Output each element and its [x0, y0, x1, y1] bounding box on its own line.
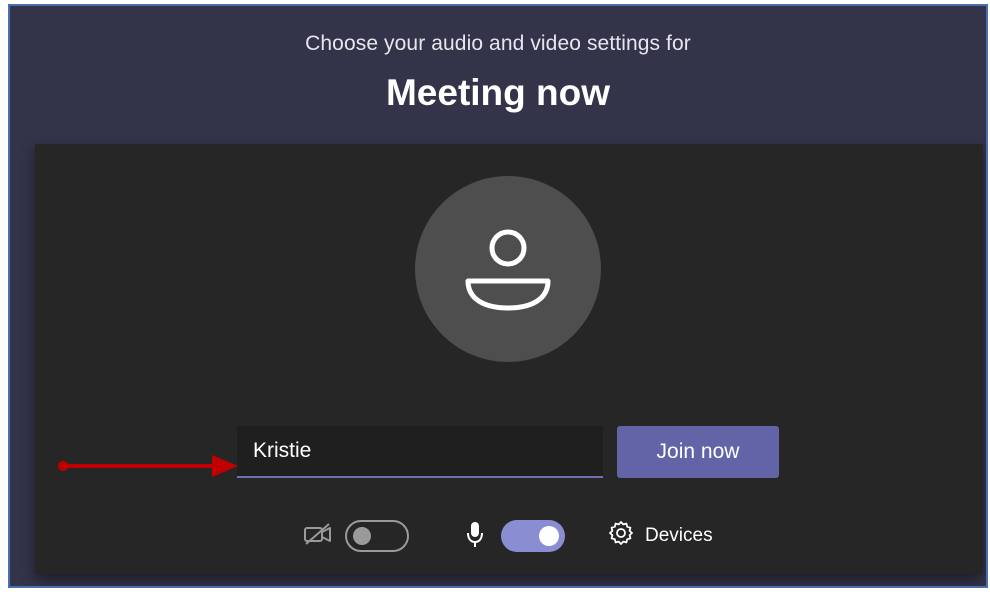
- gear-icon: [607, 519, 635, 553]
- video-preview: Join now: [35, 144, 983, 574]
- meeting-title: Meeting now: [385, 72, 611, 113]
- name-input[interactable]: [237, 426, 603, 478]
- person-icon: [465, 229, 551, 311]
- microphone-toggle-knob: [539, 526, 559, 546]
- annotation-arrow: [58, 455, 238, 477]
- join-now-button[interactable]: Join now: [617, 426, 779, 478]
- camera-toggle[interactable]: [345, 520, 409, 552]
- microphone-icon[interactable]: [465, 520, 485, 555]
- microphone-toggle[interactable]: [501, 520, 565, 552]
- camera-toggle-knob: [353, 527, 371, 545]
- device-controls: Devices: [35, 514, 983, 554]
- devices-button[interactable]: Devices: [607, 518, 713, 554]
- prejoin-screen: Choose your audio and video settings for…: [8, 4, 988, 588]
- devices-label: Devices: [645, 525, 713, 546]
- settings-subtitle: Choose your audio and video settings for: [305, 32, 691, 55]
- avatar: [415, 176, 601, 362]
- camera-off-icon[interactable]: [303, 522, 333, 551]
